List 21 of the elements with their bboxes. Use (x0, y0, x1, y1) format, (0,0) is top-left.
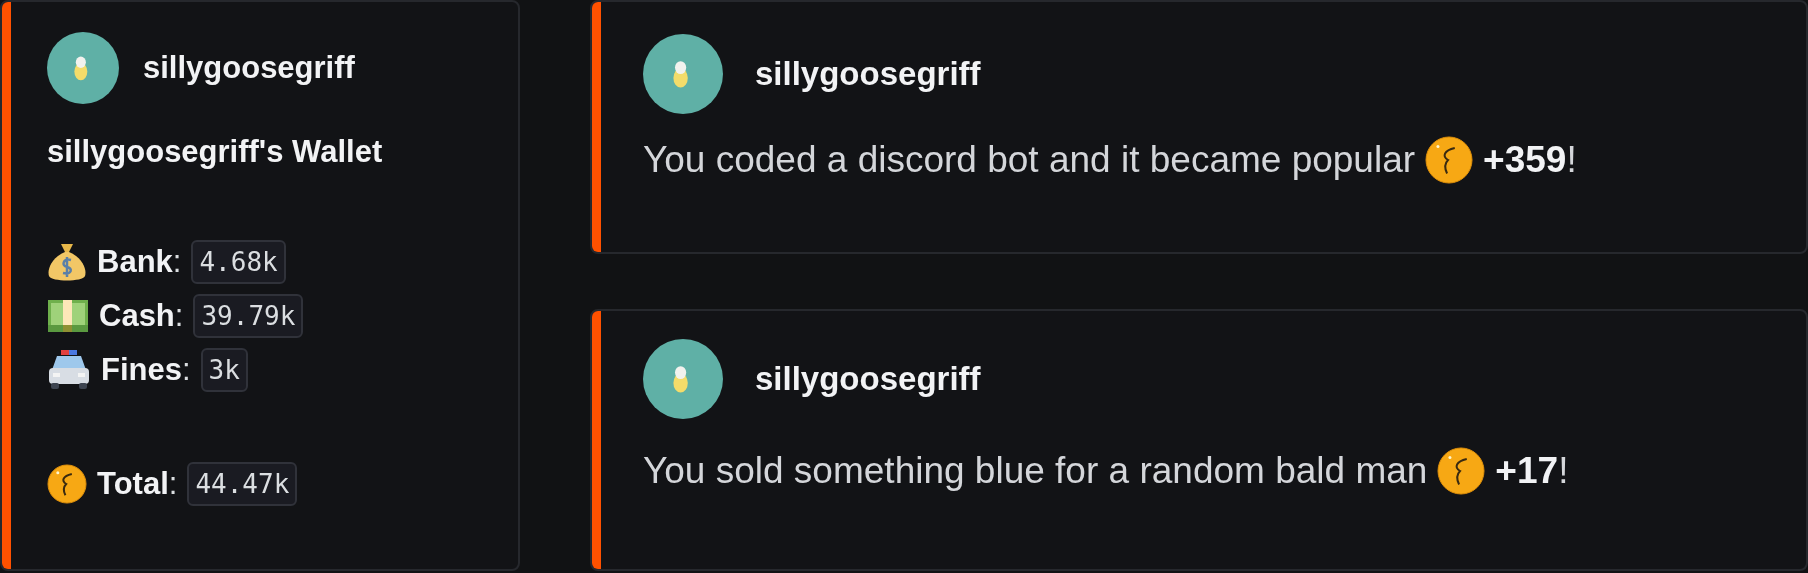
coin-icon (47, 464, 87, 504)
balance-label: Total: (97, 466, 178, 502)
balance-label: Fines: (101, 352, 191, 388)
username: sillygoosegriff (755, 360, 981, 398)
message-text: You coded a discord bot and it became popular (643, 139, 1416, 181)
balance-label: Bank: (97, 244, 182, 280)
reward-amount: +17! (1495, 450, 1569, 492)
balance-label: Cash: (99, 298, 184, 334)
balance-value: 39.79k (193, 294, 304, 338)
reward-amount: +359! (1483, 139, 1577, 181)
balance-value: 44.47k (187, 462, 298, 506)
coin-icon (1425, 136, 1474, 184)
police-car-icon (47, 348, 91, 392)
username: sillygoosegriff (755, 55, 981, 93)
message-text: You sold something blue for a random bald man (643, 450, 1428, 492)
avatar (47, 32, 119, 104)
username: sillygoosegriff (143, 50, 355, 86)
balance-value: 4.68k (191, 240, 286, 284)
balance-value: 3k (200, 348, 248, 392)
coin-icon (1437, 447, 1486, 495)
wallet-title: sillygoosegriff's Wallet (47, 134, 383, 170)
